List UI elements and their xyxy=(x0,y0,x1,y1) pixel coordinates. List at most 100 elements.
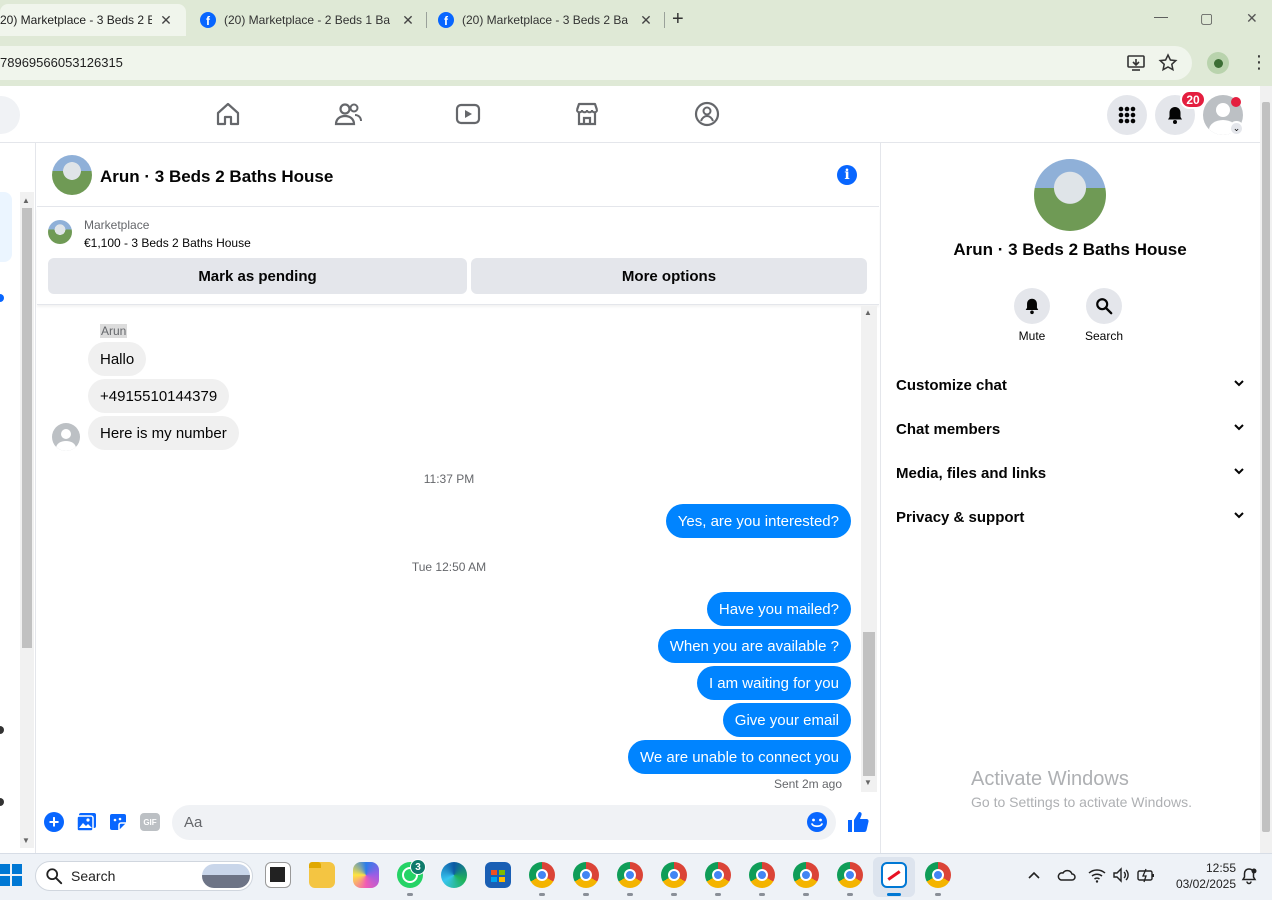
chrome-icon[interactable] xyxy=(749,862,775,888)
onedrive-icon[interactable] xyxy=(1056,867,1076,883)
groups-icon[interactable] xyxy=(693,100,721,128)
message-input[interactable] xyxy=(172,805,836,840)
clock-date[interactable]: 03/02/2025 xyxy=(1166,877,1236,891)
browser-menu-icon[interactable]: ⋮ xyxy=(1250,52,1268,72)
profile-icon[interactable] xyxy=(1207,52,1229,74)
listing-thumbnail[interactable] xyxy=(48,220,72,244)
chrome-icon[interactable] xyxy=(661,862,687,888)
outgoing-message[interactable]: When you are available ? xyxy=(657,629,851,663)
outgoing-message[interactable]: We are unable to connect you xyxy=(627,740,851,774)
chevron-up-icon[interactable] xyxy=(1026,868,1042,884)
watch-icon[interactable] xyxy=(454,100,482,128)
photo-icon[interactable] xyxy=(76,812,97,832)
chrome-icon[interactable] xyxy=(573,862,599,888)
search-icon xyxy=(1096,298,1113,315)
marketplace-icon[interactable] xyxy=(573,100,601,128)
running-indicator xyxy=(759,893,765,896)
incoming-message[interactable]: Here is my number xyxy=(88,416,239,450)
chat-avatar[interactable] xyxy=(52,155,92,195)
outgoing-message[interactable]: I am waiting for you xyxy=(696,666,851,700)
bookmark-star-icon[interactable] xyxy=(1158,53,1178,73)
chrome-icon[interactable] xyxy=(705,862,731,888)
mute-button[interactable] xyxy=(1014,288,1050,324)
store-icon[interactable] xyxy=(485,862,511,888)
sender-avatar[interactable] xyxy=(52,423,80,451)
message-input-placeholder: Aa xyxy=(184,814,203,831)
section-media-files-links[interactable]: Media, files and links xyxy=(896,463,1246,483)
friends-icon[interactable] xyxy=(334,100,362,128)
section-privacy-support[interactable]: Privacy & support xyxy=(896,507,1246,527)
tab-3[interactable]: f (20) Marketplace - 3 Beds 2 Baths ✕ xyxy=(434,4,660,36)
mark-as-pending-button[interactable]: Mark as pending xyxy=(48,258,467,294)
search-highlight-image xyxy=(202,864,250,888)
facebook-icon: f xyxy=(438,12,454,28)
scroll-up-arrow[interactable]: ▲ xyxy=(22,196,30,205)
address-bar[interactable] xyxy=(0,46,1192,80)
gif-icon[interactable]: GIF xyxy=(140,813,160,831)
tab-title: (20) Marketplace - 3 Beds 2 Baths xyxy=(462,13,628,27)
outgoing-message[interactable]: Have you mailed? xyxy=(706,592,851,626)
running-indicator xyxy=(407,893,413,896)
tab-close-icon[interactable]: ✕ xyxy=(158,12,174,28)
chrome-icon[interactable] xyxy=(617,862,643,888)
scroll-up-arrow[interactable]: ▲ xyxy=(864,308,872,317)
task-view-icon[interactable] xyxy=(265,862,291,888)
scroll-down-arrow[interactable]: ▼ xyxy=(22,836,30,845)
install-app-icon[interactable] xyxy=(1126,53,1146,73)
incoming-message[interactable]: Hallo xyxy=(88,342,147,376)
chrome-icon[interactable] xyxy=(925,862,951,888)
edge-icon[interactable] xyxy=(441,862,467,888)
mute-label: Mute xyxy=(1018,329,1046,343)
maximize-button[interactable]: ▢ xyxy=(1200,10,1213,27)
scroll-down-arrow[interactable]: ▼ xyxy=(864,778,872,787)
url-text[interactable]: 7896956605312631​5 xyxy=(0,55,123,70)
volume-icon[interactable] xyxy=(1112,866,1130,884)
tab-close-icon[interactable]: ✕ xyxy=(638,12,654,28)
minimize-button[interactable]: — xyxy=(1154,8,1168,24)
file-explorer-icon[interactable] xyxy=(309,862,335,888)
chevron-down-icon xyxy=(1232,420,1246,438)
close-window-button[interactable]: ✕ xyxy=(1246,10,1258,27)
wifi-icon[interactable] xyxy=(1088,866,1106,884)
more-options-button[interactable]: More options xyxy=(471,258,867,294)
tab-active[interactable]: (20) Marketplace - 3 Beds 2 Baths House … xyxy=(0,4,186,36)
battery-icon[interactable] xyxy=(1136,866,1156,884)
clock-time[interactable]: 12:55 xyxy=(1166,861,1236,875)
new-tab-button[interactable]: + xyxy=(672,8,684,31)
chrome-icon[interactable] xyxy=(529,862,555,888)
tab-title: (20) Marketplace - 2 Beds 1 Bath xyxy=(224,13,390,27)
tab-close-icon[interactable]: ✕ xyxy=(400,12,416,28)
snipping-tool-icon[interactable] xyxy=(881,862,907,888)
incoming-message[interactable]: +4915510144379 xyxy=(88,379,230,413)
listing-title[interactable]: €1,100 - 3 Beds 2 Baths House xyxy=(84,236,251,250)
timestamp: Tue 12:50 AM xyxy=(411,560,487,574)
chat-scroll-thumb[interactable] xyxy=(863,632,875,776)
chevron-down-icon[interactable]: ⌄ xyxy=(1229,121,1244,136)
plus-icon[interactable]: + xyxy=(44,812,64,832)
running-indicator xyxy=(627,893,633,896)
chat-list-scroll-thumb[interactable] xyxy=(22,208,32,648)
outgoing-message[interactable]: Give your email xyxy=(722,703,851,737)
copilot-icon[interactable] xyxy=(353,862,379,888)
notification-center-icon[interactable] xyxy=(1240,867,1258,885)
info-icon[interactable]: i xyxy=(837,165,857,185)
page-scrollbar-thumb[interactable] xyxy=(1262,102,1270,832)
home-icon[interactable] xyxy=(214,100,242,128)
facebook-icon: f xyxy=(200,12,216,28)
tab-2[interactable]: f (20) Marketplace - 2 Beds 1 Bath ✕ xyxy=(196,4,424,36)
outgoing-message[interactable]: Yes, are you interested? xyxy=(665,504,851,538)
chrome-icon[interactable] xyxy=(793,862,819,888)
notification-count-badge: 20 xyxy=(1180,90,1206,109)
chat-title[interactable]: Arun · 3 Beds 2 Baths House xyxy=(100,167,333,187)
section-customize-chat[interactable]: Customize chat xyxy=(896,375,1246,395)
chat-list-selected-row[interactable] xyxy=(0,192,12,262)
sticker-icon[interactable] xyxy=(108,812,128,832)
panel-avatar[interactable] xyxy=(1034,159,1106,231)
menu-grid-button[interactable] xyxy=(1107,95,1147,135)
thumbs-up-icon[interactable] xyxy=(846,810,870,834)
chrome-icon[interactable] xyxy=(837,862,863,888)
windows-start-icon[interactable] xyxy=(0,864,22,886)
section-chat-members[interactable]: Chat members xyxy=(896,419,1246,439)
search-conversation-button[interactable] xyxy=(1086,288,1122,324)
emoji-icon[interactable] xyxy=(806,811,828,833)
